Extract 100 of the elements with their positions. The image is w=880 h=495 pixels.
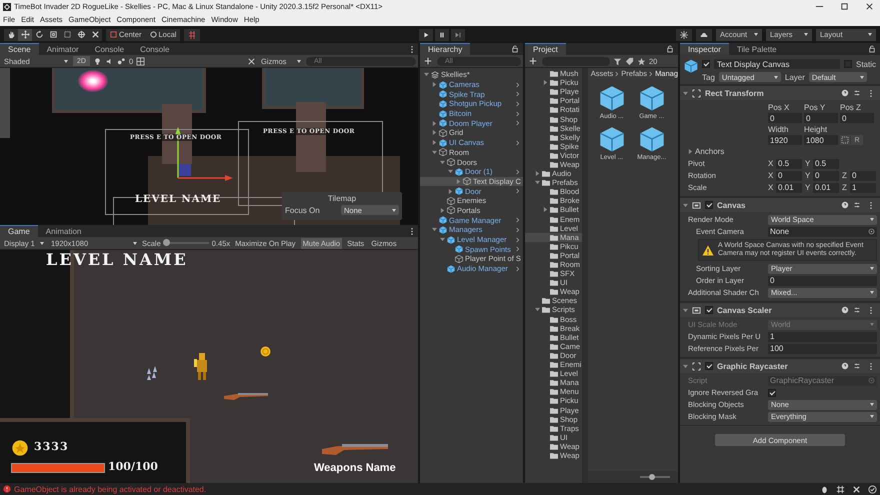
panel-tab[interactable]: Hierarchy xyxy=(420,43,470,55)
number-field[interactable]: 1 xyxy=(850,182,876,192)
preset-icon[interactable] xyxy=(853,89,861,97)
number-field[interactable]: 0 xyxy=(850,170,876,180)
add-icon[interactable] xyxy=(529,57,537,65)
number-field[interactable]: 0 xyxy=(776,170,802,180)
more-options-icon[interactable] xyxy=(869,88,873,98)
tool-button[interactable] xyxy=(18,28,32,40)
more-options-icon[interactable] xyxy=(410,226,414,236)
more-options-icon[interactable] xyxy=(869,200,873,210)
number-field[interactable]: 0 xyxy=(840,113,874,123)
number-field[interactable]: 1920 xyxy=(768,135,802,145)
panel-tab[interactable]: Animator xyxy=(38,43,87,55)
foldout-arrow-icon[interactable] xyxy=(543,80,548,86)
foldout-arrow-icon[interactable] xyxy=(683,308,688,312)
grid-icon[interactable] xyxy=(136,56,146,66)
foldout-arrow-icon[interactable] xyxy=(432,120,437,126)
foldout-arrow-icon[interactable] xyxy=(688,149,693,154)
number-field[interactable]: 1080 xyxy=(804,135,838,145)
lock-icon[interactable] xyxy=(667,45,673,53)
enabled-checkbox[interactable] xyxy=(705,306,713,314)
foldout-arrow-icon[interactable] xyxy=(683,364,688,368)
lock-icon[interactable] xyxy=(869,45,875,53)
foldout-arrow-icon[interactable] xyxy=(440,208,445,213)
number-field[interactable]: 0 xyxy=(768,276,877,286)
preset-icon[interactable] xyxy=(853,201,861,209)
number-field[interactable]: 0 xyxy=(813,170,839,180)
component-header[interactable]: Graphic Raycaster xyxy=(680,358,880,373)
foldout-arrow-icon[interactable] xyxy=(683,202,688,208)
number-field[interactable]: 0.5 xyxy=(813,158,839,168)
help-icon[interactable] xyxy=(841,362,849,370)
number-field[interactable]: 0.01 xyxy=(813,182,839,192)
star-icon[interactable] xyxy=(637,56,646,66)
panel-tab[interactable]: Scene xyxy=(0,43,39,55)
chevron-right-icon[interactable] xyxy=(516,168,520,175)
name-field[interactable]: Text Display Canvas xyxy=(714,59,840,69)
number-field[interactable]: 0 xyxy=(804,113,838,123)
step-icon[interactable] xyxy=(451,28,466,40)
compile-icon[interactable] xyxy=(852,484,861,494)
more-options-icon[interactable] xyxy=(410,44,414,54)
component-header[interactable]: Canvas xyxy=(680,197,880,212)
number-field[interactable]: 100 xyxy=(768,344,877,354)
foldout-arrow-icon[interactable] xyxy=(432,82,437,88)
chevron-right-icon[interactable] xyxy=(516,266,520,272)
network-icon[interactable] xyxy=(836,484,845,494)
enabled-checkbox[interactable] xyxy=(705,201,713,209)
panel-tab[interactable]: Project xyxy=(525,43,566,55)
search-field[interactable] xyxy=(542,56,610,66)
chevron-right-icon[interactable] xyxy=(516,188,520,194)
effects-icon[interactable] xyxy=(116,56,126,66)
foldout-arrow-icon[interactable] xyxy=(432,140,437,146)
number-field[interactable]: 0 xyxy=(768,113,802,123)
foldout-label[interactable]: Anchors xyxy=(695,147,724,156)
more-options-icon[interactable] xyxy=(869,362,873,370)
status-message[interactable]: GameObject is already being activated or deactivated. xyxy=(14,484,206,494)
foldout-arrow-icon[interactable] xyxy=(432,130,437,136)
active-checkbox[interactable] xyxy=(702,60,710,68)
object-field[interactable]: None xyxy=(768,226,877,236)
blueprint-mode-icon[interactable] xyxy=(840,135,850,145)
collab-icon[interactable] xyxy=(676,28,692,40)
panel-tab[interactable]: Inspector xyxy=(680,43,729,55)
number-field[interactable]: 0.5 xyxy=(776,158,802,168)
preset-icon[interactable] xyxy=(853,306,861,314)
pause-icon[interactable] xyxy=(435,28,450,40)
number-field[interactable]: 1 xyxy=(768,332,877,342)
prefab-cube-icon[interactable] xyxy=(638,85,665,111)
prefab-cube-icon[interactable] xyxy=(598,126,625,152)
foldout-arrow-icon[interactable] xyxy=(543,207,548,212)
grid-snap-icon[interactable] xyxy=(184,28,200,40)
lock-icon[interactable] xyxy=(512,45,518,53)
check-icon[interactable] xyxy=(868,484,877,494)
prefab-cube-icon[interactable] xyxy=(598,85,625,111)
foldout-arrow-icon[interactable] xyxy=(448,188,453,194)
panel-tab[interactable]: Animation xyxy=(38,225,90,237)
tools-icon[interactable] xyxy=(247,56,256,66)
more-options-icon[interactable] xyxy=(869,306,873,314)
foldout-arrow-icon[interactable] xyxy=(535,307,540,312)
prefab-cube-icon[interactable] xyxy=(638,126,665,152)
maximize-icon[interactable] xyxy=(840,2,849,11)
enabled-checkbox[interactable] xyxy=(705,362,713,370)
foldout-arrow-icon[interactable] xyxy=(448,169,453,174)
help-icon[interactable] xyxy=(841,89,849,97)
panel-tab[interactable]: Tile Palette xyxy=(728,43,785,55)
foldout-arrow-icon[interactable] xyxy=(535,180,540,186)
object-picker-icon[interactable] xyxy=(868,228,875,235)
number-field[interactable]: 0.01 xyxy=(776,182,802,192)
static-checkbox[interactable] xyxy=(844,60,852,68)
play-icon[interactable] xyxy=(419,28,434,40)
help-icon[interactable] xyxy=(841,201,849,209)
foldout-arrow-icon[interactable] xyxy=(432,227,437,232)
foldout-arrow-icon[interactable] xyxy=(440,237,445,242)
panel-tab[interactable]: Console xyxy=(86,43,132,55)
foldout-arrow-icon[interactable] xyxy=(535,171,540,176)
component-header[interactable]: Canvas Scaler xyxy=(680,302,880,317)
panel-tab[interactable]: Console xyxy=(132,43,178,55)
foldout-arrow-icon[interactable] xyxy=(424,72,429,78)
close-icon[interactable] xyxy=(865,2,874,11)
add-icon[interactable] xyxy=(424,57,432,65)
panel-tab[interactable]: Game xyxy=(0,225,38,237)
help-icon[interactable] xyxy=(841,306,849,314)
